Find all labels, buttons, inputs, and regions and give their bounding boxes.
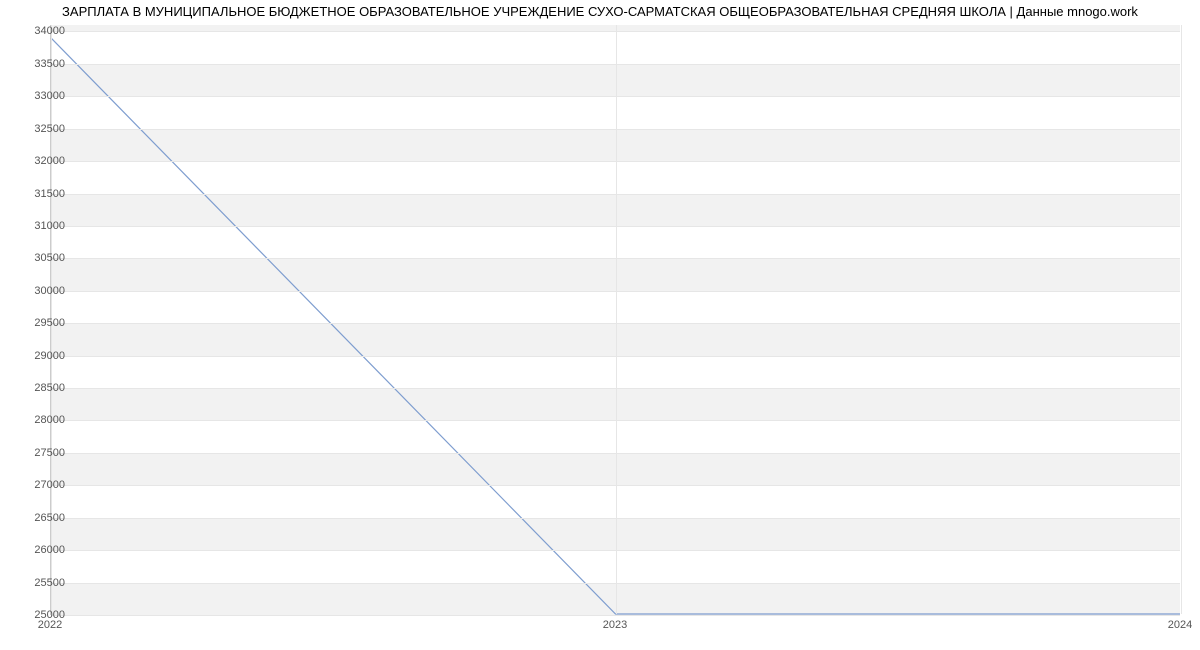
y-tick-label: 26000 [34, 544, 65, 556]
y-tick-label: 26500 [34, 512, 65, 524]
y-tick-label: 31000 [34, 220, 65, 232]
y-tick-label: 29000 [34, 350, 65, 362]
y-tick-label: 34000 [34, 25, 65, 37]
y-tick-label: 30500 [34, 252, 65, 264]
chart-title: ЗАРПЛАТА В МУНИЦИПАЛЬНОЕ БЮДЖЕТНОЕ ОБРАЗ… [0, 4, 1200, 19]
x-gridline [1181, 25, 1182, 614]
y-tick-label: 31500 [34, 188, 65, 200]
y-tick-label: 33000 [34, 90, 65, 102]
x-tick-label: 2024 [1168, 619, 1192, 631]
y-tick-label: 27000 [34, 479, 65, 491]
y-tick-label: 29500 [34, 317, 65, 329]
chart-container: ЗАРПЛАТА В МУНИЦИПАЛЬНОЕ БЮДЖЕТНОЕ ОБРАЗ… [0, 0, 1200, 650]
y-tick-label: 32500 [34, 123, 65, 135]
y-tick-label: 28500 [34, 382, 65, 394]
y-tick-label: 27500 [34, 447, 65, 459]
y-tick-label: 30000 [34, 285, 65, 297]
y-tick-label: 32000 [34, 155, 65, 167]
y-tick-label: 33500 [34, 58, 65, 70]
y-tick-label: 25500 [34, 577, 65, 589]
y-gridline [51, 615, 1180, 616]
x-tick-label: 2022 [38, 619, 62, 631]
x-tick-label: 2023 [603, 619, 627, 631]
y-tick-label: 28000 [34, 414, 65, 426]
x-gridline [616, 25, 617, 614]
plot-area [50, 25, 1180, 615]
